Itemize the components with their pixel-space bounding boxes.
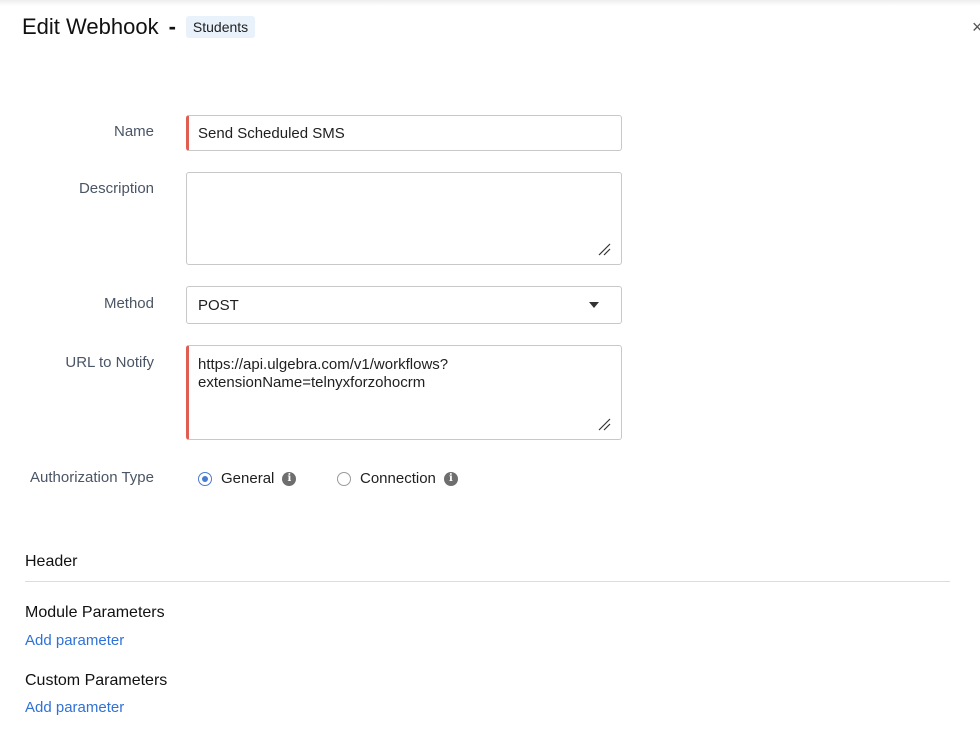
general-radio-label[interactable]: General — [221, 470, 274, 487]
custom-parameters-title: Custom Parameters — [25, 672, 168, 689]
description-textarea[interactable] — [186, 172, 622, 265]
resize-handle-icon[interactable] — [598, 418, 611, 431]
title-separator: - — [168, 14, 176, 39]
url-value: https://api.ulgebra.com/v1/workflows? ex… — [198, 356, 448, 392]
name-input[interactable]: Send Scheduled SMS — [186, 115, 622, 151]
chevron-down-icon — [589, 302, 599, 308]
method-label: Method — [103, 295, 154, 312]
connection-radio-label[interactable]: Connection — [360, 470, 436, 487]
url-textarea[interactable]: https://api.ulgebra.com/v1/workflows? ex… — [186, 345, 622, 440]
connection-radio[interactable] — [337, 471, 351, 486]
url-value-line1: https://api.ulgebra.com/v1/workflows? — [198, 356, 449, 373]
method-select[interactable]: POST — [186, 286, 622, 324]
module-parameters-title: Module Parameters — [25, 604, 165, 621]
resize-handle-icon[interactable] — [598, 243, 611, 256]
page-title: Edit Webhook — [22, 14, 159, 39]
description-label: Description — [78, 180, 154, 197]
module-badge: Students — [185, 16, 256, 38]
info-icon[interactable]: i — [443, 471, 458, 486]
dialog-header: Edit Webhook - Students — [22, 14, 256, 40]
add-custom-parameter-link[interactable]: Add parameter — [25, 699, 124, 716]
auth-option-general[interactable]: General i — [198, 470, 297, 487]
authorization-type-label: Authorization Type — [30, 469, 154, 486]
url-label: URL to Notify — [65, 354, 154, 371]
name-label: Name — [113, 123, 154, 140]
add-module-parameter-link[interactable]: Add parameter — [25, 632, 124, 649]
top-shadow — [0, 0, 980, 6]
auth-option-connection[interactable]: Connection i — [337, 470, 458, 487]
url-value-line2: extensionName=telnyxforzohocrm — [198, 374, 426, 391]
close-icon[interactable]: × — [972, 18, 980, 36]
header-section-title: Header — [25, 553, 78, 570]
info-icon[interactable]: i — [282, 471, 297, 486]
method-value: POST — [198, 297, 239, 314]
general-radio[interactable] — [198, 471, 212, 486]
name-input-value: Send Scheduled SMS — [198, 125, 345, 142]
section-divider — [25, 581, 950, 582]
